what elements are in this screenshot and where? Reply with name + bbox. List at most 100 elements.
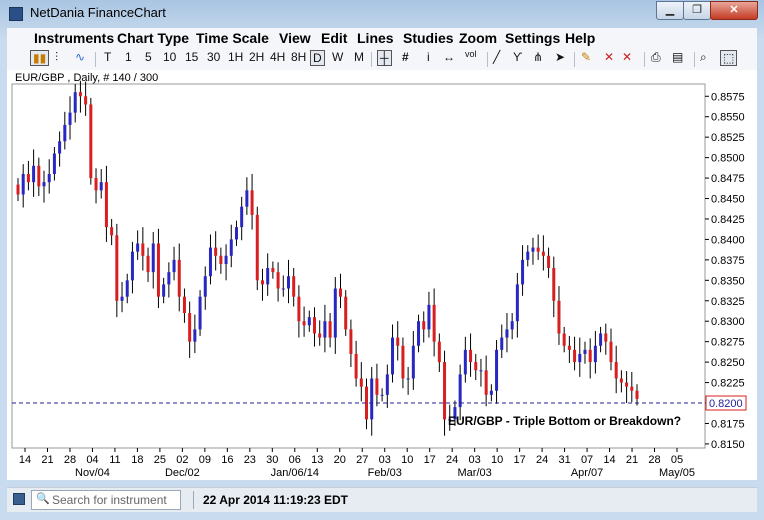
y-tick-label: 0.8350 [711, 275, 745, 287]
timescale-t[interactable]: T [104, 50, 111, 64]
x-tick-label: 11 [109, 454, 120, 466]
app-logo-icon [9, 7, 23, 21]
close-button[interactable]: ✕ [710, 1, 758, 20]
ohlc-bars-icon[interactable]: ⫶ [55, 50, 58, 65]
candle-body [245, 190, 249, 207]
candle-body [156, 243, 160, 297]
x-tick-label: 05 [671, 454, 683, 466]
y-tick-label: 0.8500 [711, 153, 745, 165]
menu-help[interactable]: Help [565, 30, 595, 46]
menu-lines[interactable]: Lines [357, 30, 394, 46]
toolbar-separator [644, 52, 645, 67]
menu-chart-type[interactable]: Chart Type [117, 30, 189, 46]
delete-icon[interactable]: ✕ [604, 50, 614, 64]
fibonacci-icon[interactable]: ϒ [513, 50, 522, 64]
timescale-8h[interactable]: 8H [291, 50, 306, 64]
candle-body [286, 276, 290, 289]
candle-body [380, 394, 384, 396]
pitchfork-icon[interactable]: ⋔ [533, 50, 543, 64]
candle-body [78, 92, 82, 97]
menu-edit[interactable]: Edit [321, 30, 347, 46]
candle-body [208, 247, 212, 277]
x-month-label: Dec/02 [165, 467, 200, 479]
candle-body [292, 276, 296, 297]
timescale-d[interactable]: D [310, 50, 325, 66]
timescale-15[interactable]: 15 [185, 50, 198, 64]
menu-settings[interactable]: Settings [505, 30, 560, 46]
timescale-5[interactable]: 5 [145, 50, 152, 64]
timescale-w[interactable]: W [332, 50, 343, 64]
candle-body [328, 321, 332, 338]
timescale-m[interactable]: M [354, 50, 364, 64]
y-tick-label: 0.8150 [711, 439, 745, 451]
delete-all-icon[interactable]: ✕ [622, 50, 632, 64]
candlestick-chart[interactable]: EUR/GBP , Daily, # 140 / 300 0.8575 0.8550… [7, 70, 757, 480]
candle-body [219, 255, 223, 264]
timescale-10[interactable]: 10 [163, 50, 176, 64]
timescale-2h[interactable]: 2H [249, 50, 264, 64]
menu-time-scale[interactable]: Time Scale [196, 30, 269, 46]
y-tick-label: 0.8450 [711, 194, 745, 206]
candle-body [130, 251, 134, 281]
candle-body [573, 349, 577, 363]
candle-body [583, 349, 587, 354]
trendline-icon[interactable]: ╱ [493, 50, 500, 64]
zoom-icon[interactable]: ⌕ [700, 50, 707, 65]
menu-zoom[interactable]: Zoom [459, 30, 497, 46]
candle-body [302, 321, 306, 326]
menu-view[interactable]: View [279, 30, 311, 46]
cursor-icon[interactable]: ➤ [555, 50, 565, 64]
x-tick-label: 31 [558, 454, 570, 466]
x-tick-label: 21 [626, 454, 638, 466]
current-price-label: 0.8200 [709, 398, 743, 410]
select-icon[interactable]: ⬚ [720, 50, 738, 66]
y-tick-label: 0.8225 [711, 378, 745, 390]
scroll-icon[interactable]: ↔ [443, 50, 455, 64]
x-tick-label: 14 [19, 454, 31, 466]
candle-body [84, 96, 88, 105]
candlestick-icon[interactable]: ▮▮ [30, 50, 50, 66]
candle-body [349, 329, 353, 354]
x-month-label: Feb/03 [368, 467, 402, 479]
candle-body [115, 235, 119, 301]
timescale-30[interactable]: 30 [207, 50, 220, 64]
candle-body [396, 337, 400, 346]
info-icon[interactable]: i [427, 50, 430, 64]
title-bar[interactable]: NetDania FinanceChart ▁ ❐ ✕ [0, 0, 764, 26]
minimize-button[interactable]: ▁ [656, 1, 684, 20]
menu-instruments[interactable]: Instruments [34, 30, 114, 46]
x-tick-label: 24 [446, 454, 458, 466]
chart-annotation: EUR/GBP - Triple Bottom or Breakdown? [448, 414, 681, 428]
line-chart-icon[interactable]: ∿ [75, 50, 85, 64]
grid-icon[interactable]: # [402, 50, 409, 64]
candle-body [567, 345, 571, 350]
pencil-icon[interactable]: ✎ [581, 50, 591, 64]
timescale-1h[interactable]: 1H [228, 50, 243, 64]
status-icon [13, 493, 25, 505]
x-tick-label: 03 [469, 454, 481, 466]
chart-area[interactable]: EUR/GBP , Daily, # 140 / 300 0.8575 0.8550… [7, 70, 757, 480]
search-input[interactable]: 🔍 Search for instrument [31, 490, 181, 510]
candle-body [255, 214, 259, 281]
crosshair-icon[interactable]: ┼ [377, 50, 392, 66]
x-month-label: Nov/04 [75, 467, 110, 479]
menu-bar: Instruments Chart Type Time Scale View E… [7, 28, 757, 50]
toolbar-separator [95, 52, 96, 67]
timescale-1[interactable]: 1 [125, 50, 132, 64]
toolbar-separator [487, 52, 488, 67]
candle-body [536, 247, 540, 252]
print-icon[interactable]: ⎙ [651, 50, 661, 65]
candle-body [229, 239, 233, 256]
x-month-label: May/05 [659, 467, 695, 479]
timescale-4h[interactable]: 4H [270, 50, 285, 64]
menu-studies[interactable]: Studies [403, 30, 454, 46]
candle-body [266, 268, 270, 285]
candle-body [474, 362, 478, 371]
candle-body [541, 251, 545, 256]
toolbar-separator [694, 52, 695, 67]
volume-icon[interactable]: vol [465, 49, 477, 59]
maximize-button[interactable]: ❐ [683, 1, 711, 20]
candle-body [104, 182, 108, 228]
candle-body [385, 374, 389, 395]
print-preview-icon[interactable]: ▤ [672, 50, 683, 64]
